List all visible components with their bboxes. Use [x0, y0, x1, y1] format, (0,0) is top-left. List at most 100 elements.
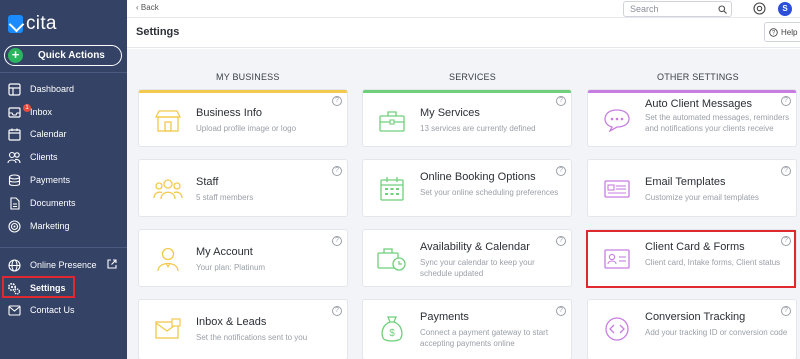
vcita-logo[interactable]: cita	[8, 13, 57, 35]
code-brackets-icon	[602, 314, 632, 344]
sidebar-item-label: Contact Us	[30, 305, 75, 315]
card-description: Set the automated messages, reminders an…	[645, 113, 790, 133]
page-header: Settings ? Help	[127, 18, 800, 48]
card-accent-strip	[588, 90, 796, 93]
card-conversion-tracking[interactable]: ? Conversion Tracking Add your tracking …	[588, 300, 796, 359]
info-icon[interactable]: ?	[332, 166, 342, 176]
sidebar-item-label: Calendar	[30, 129, 67, 139]
sidebar-divider	[0, 72, 127, 73]
card-accent-strip	[363, 90, 571, 93]
info-icon[interactable]: ?	[332, 306, 342, 316]
card-description: Sync your calendar to keep your schedule…	[420, 258, 535, 278]
dashboard-icon	[7, 82, 21, 96]
info-icon[interactable]: ?	[556, 96, 566, 106]
card-description: 13 services are currently defined	[420, 124, 536, 133]
external-link-icon[interactable]	[107, 259, 117, 271]
back-label: Back	[140, 3, 159, 12]
sidebar-item-label: Online Presence	[30, 260, 97, 270]
search-icon	[718, 4, 727, 18]
card-description: Upload profile image or logo	[196, 124, 297, 133]
column-heading-services: SERVICES	[449, 72, 496, 82]
card-description: Add your tracking ID or conversion code	[645, 328, 788, 337]
info-icon[interactable]: ?	[781, 166, 791, 176]
clients-icon	[7, 150, 21, 164]
settings-content: MY BUSINESS SERVICES OTHER SETTINGS ? Bu…	[127, 49, 800, 359]
sidebar-item-online-presence[interactable]: Online Presence	[0, 255, 127, 275]
card-inbox-leads[interactable]: ? Inbox & Leads Set the notifications se…	[139, 300, 347, 359]
card-my-account[interactable]: ? My Account Your plan: Platinum	[139, 230, 347, 286]
sidebar-item-documents[interactable]: Documents	[0, 193, 127, 213]
card-business-info[interactable]: ? Business Info Upload profile image or …	[139, 90, 347, 146]
sidebar-item-inbox[interactable]: 1 Inbox	[0, 102, 127, 122]
card-online-booking-options[interactable]: ? Online Booking Options Set your online…	[363, 160, 571, 216]
inbox-icon: 1	[7, 104, 31, 119]
card-title: My Services	[420, 107, 480, 119]
help-button[interactable]: ? Help	[764, 22, 800, 42]
info-icon[interactable]: ?	[781, 306, 791, 316]
info-icon[interactable]: ?	[556, 236, 566, 246]
sidebar-item-label: Inbox	[30, 107, 53, 117]
card-title: Inbox & Leads	[196, 316, 267, 328]
card-description: Set the notifications sent to you	[196, 333, 308, 342]
marketing-icon	[7, 219, 21, 233]
card-description: Set your online scheduling preferences	[420, 188, 559, 197]
briefcase-icon	[377, 106, 407, 136]
client-card-highlight-box	[586, 230, 796, 288]
quick-actions-button[interactable]: + Quick Actions	[4, 45, 122, 66]
card-accent-strip	[139, 90, 347, 93]
card-title: Auto Client Messages	[645, 98, 752, 110]
column-heading-my-business: MY BUSINESS	[216, 72, 280, 82]
card-staff[interactable]: ? Staff 5 staff members	[139, 160, 347, 216]
card-description: 5 staff members	[196, 193, 254, 202]
sidebar: cita + Quick Actions Dashboard 1 Inbox C…	[0, 0, 127, 359]
sidebar-item-calendar[interactable]: Calendar	[0, 124, 127, 144]
quick-actions-label: Quick Actions	[38, 50, 105, 61]
card-availability-calendar[interactable]: ? Availability & Calendar Sync your cale…	[363, 230, 571, 286]
documents-icon	[7, 196, 21, 210]
avatar[interactable]: S	[778, 2, 792, 16]
search-input[interactable]: Search	[623, 1, 732, 17]
card-title: My Account	[196, 246, 253, 258]
chat-bubble-icon	[602, 105, 632, 135]
plus-icon: +	[8, 48, 23, 63]
sidebar-item-contact-us[interactable]: Contact Us	[0, 300, 127, 320]
card-title: Online Booking Options	[420, 171, 536, 183]
staff-group-icon	[153, 174, 183, 204]
sidebar-item-label: Documents	[30, 198, 76, 208]
logo-mark-icon	[8, 15, 23, 33]
info-icon[interactable]: ?	[332, 96, 342, 106]
sidebar-item-clients[interactable]: Clients	[0, 147, 127, 167]
sidebar-item-dashboard[interactable]: Dashboard	[0, 79, 127, 99]
card-email-templates[interactable]: ? Email Templates Customize your email t…	[588, 160, 796, 216]
briefcase-clock-icon	[377, 244, 407, 274]
card-my-services[interactable]: ? My Services 13 services are currently …	[363, 90, 571, 146]
search-placeholder: Search	[630, 4, 659, 14]
info-icon[interactable]: ?	[556, 166, 566, 176]
help-circle-icon: ?	[769, 27, 778, 37]
card-title: Email Templates	[645, 176, 726, 188]
sidebar-item-marketing[interactable]: Marketing	[0, 216, 127, 236]
calendar-icon	[7, 127, 21, 141]
page-title: Settings	[136, 26, 180, 38]
column-heading-other-settings: OTHER SETTINGS	[657, 72, 739, 82]
info-icon[interactable]: ?	[556, 306, 566, 316]
card-payments[interactable]: ? $ Payments Connect a payment gateway t…	[363, 300, 571, 359]
card-auto-client-messages[interactable]: ? Auto Client Messages Set the automated…	[588, 90, 796, 146]
booking-calendar-icon	[377, 174, 407, 204]
card-description: Your plan: Platinum	[196, 263, 266, 272]
sidebar-item-payments[interactable]: Payments	[0, 170, 127, 190]
sidebar-divider	[0, 247, 127, 248]
settings-highlight-box	[2, 276, 75, 298]
sidebar-item-label: Marketing	[30, 221, 70, 231]
globe-icon	[7, 258, 21, 272]
sidebar-item-label: Dashboard	[30, 84, 75, 94]
account-person-icon	[153, 244, 183, 274]
sidebar-item-label: Clients	[30, 152, 58, 162]
card-description: Connect a payment gateway to start accep…	[420, 328, 549, 348]
info-icon[interactable]: ?	[781, 96, 791, 106]
mail-icon	[7, 303, 21, 317]
help-label: Help	[781, 27, 798, 37]
svg-text:$: $	[389, 328, 395, 339]
info-icon[interactable]: ?	[332, 236, 342, 246]
back-link[interactable]: ‹ Back	[136, 3, 159, 12]
